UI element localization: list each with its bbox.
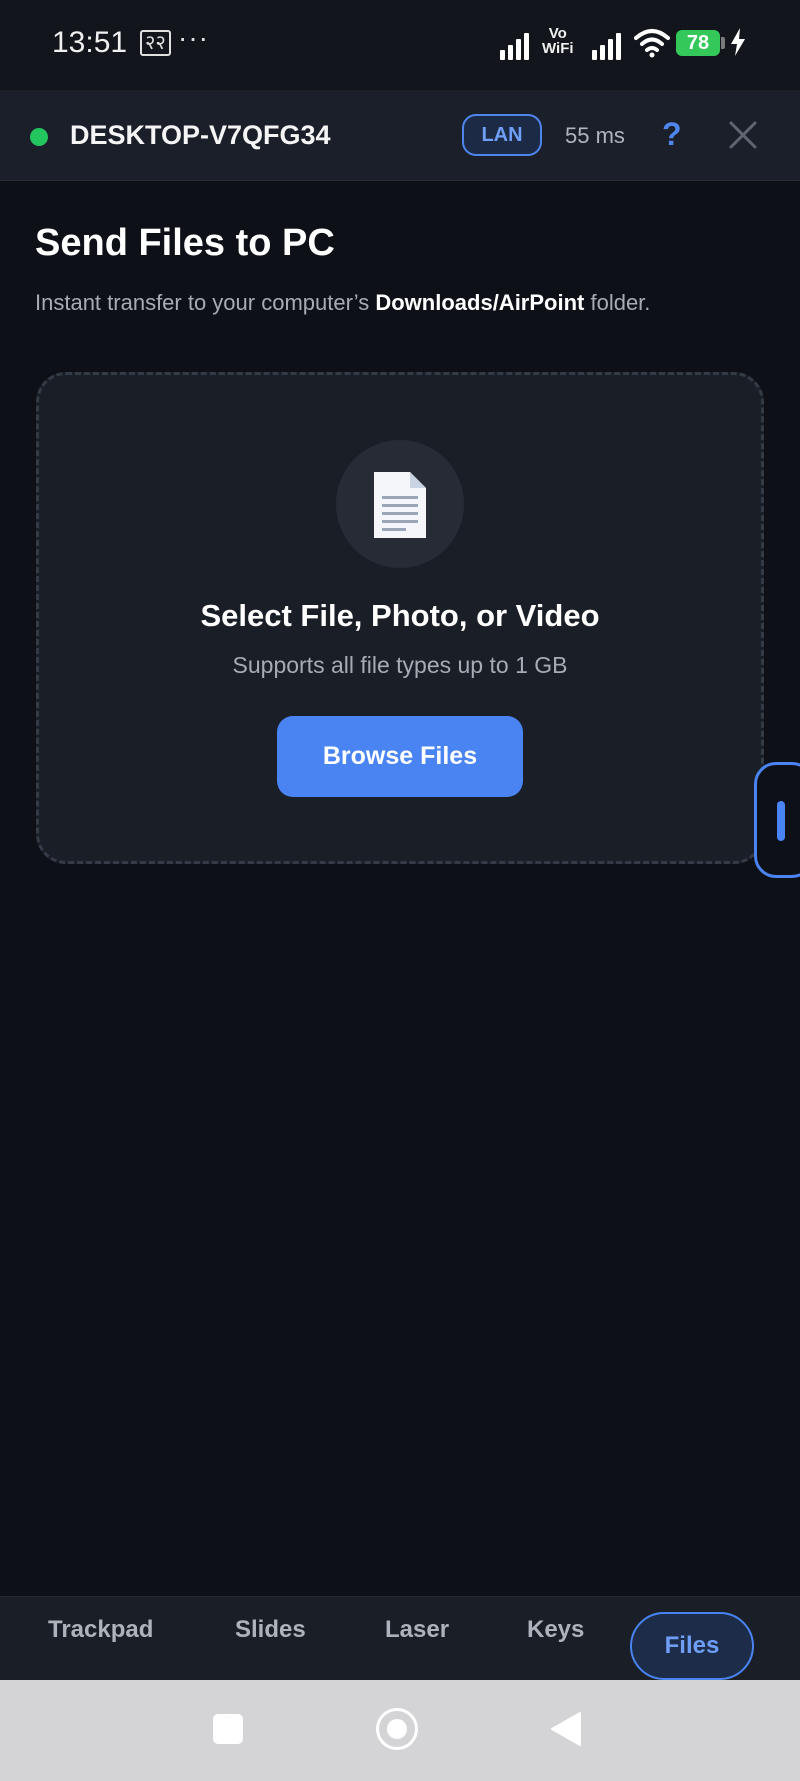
browse-files-button[interactable]: Browse Files [277, 716, 523, 797]
vowifi-bottom-label: WiFi [542, 40, 574, 57]
tab-keys[interactable]: Keys [527, 1616, 584, 1644]
drop-zone-title: Select File, Photo, or Video [200, 598, 600, 633]
subtitle-suffix: folder. [584, 290, 651, 315]
charging-icon [731, 28, 745, 56]
sim-indicator: २२ [140, 30, 171, 56]
back-button[interactable] [550, 1711, 582, 1747]
more-notifications-icon: ··· [178, 22, 209, 53]
status-bar: 13:51 २२ ··· Vo WiFi 78 [0, 0, 800, 90]
side-panel-handle[interactable] [754, 762, 800, 878]
network-badge: LAN [462, 114, 542, 156]
recents-button[interactable] [213, 1714, 243, 1744]
connection-status-dot [30, 128, 48, 146]
wifi-icon [634, 29, 670, 58]
file-icon-circle [336, 440, 464, 568]
status-time: 13:51 [52, 26, 128, 59]
help-button[interactable]: ? [662, 116, 682, 153]
vowifi-icon: Vo WiFi [542, 26, 574, 56]
drop-zone-subtitle: Supports all file types up to 1 GB [232, 652, 568, 678]
vowifi-top-label: Vo [548, 25, 567, 42]
home-icon [387, 1719, 407, 1739]
tab-files[interactable]: Files [630, 1612, 754, 1680]
subtitle-folder: Downloads/AirPoint [375, 290, 585, 315]
handle-grip-icon [777, 801, 785, 841]
close-icon[interactable] [728, 120, 758, 150]
device-name: DESKTOP-V7QFG34 [70, 120, 331, 150]
page-subtitle: Instant transfer to your computer’s Down… [35, 290, 650, 316]
tab-slides[interactable]: Slides [235, 1616, 306, 1644]
page-title: Send Files to PC [35, 222, 335, 264]
document-icon [374, 472, 426, 538]
tab-laser[interactable]: Laser [385, 1616, 449, 1644]
battery-icon: 78 [676, 30, 720, 56]
tab-trackpad[interactable]: Trackpad [48, 1616, 153, 1644]
battery-tip [721, 37, 725, 49]
subtitle-prefix: Instant transfer to your computer’s [35, 290, 376, 315]
home-button[interactable] [376, 1708, 418, 1750]
latency-label: 55 ms [565, 123, 625, 148]
